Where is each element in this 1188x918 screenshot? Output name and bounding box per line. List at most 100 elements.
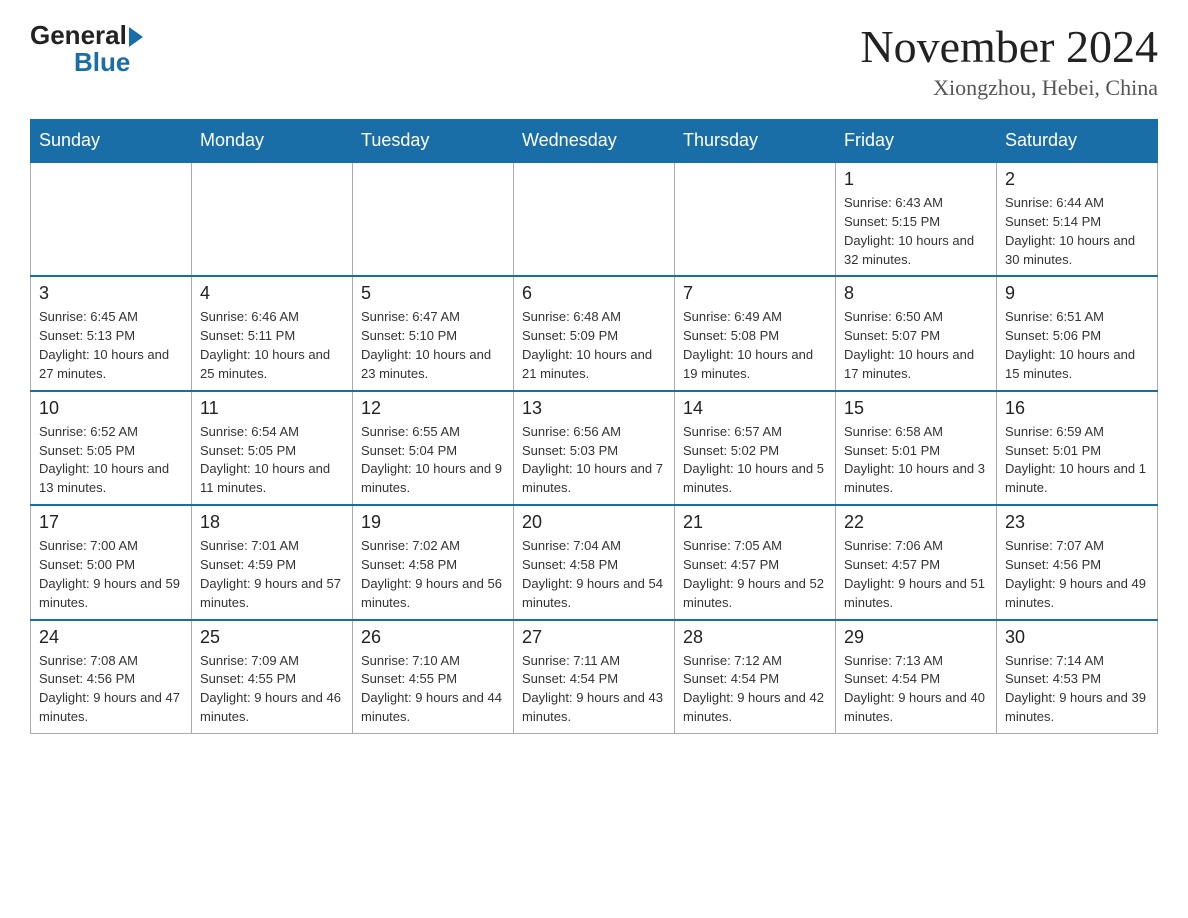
day-info: Sunrise: 6:46 AMSunset: 5:11 PMDaylight:… — [200, 308, 344, 383]
day-number: 14 — [683, 398, 827, 419]
day-number: 5 — [361, 283, 505, 304]
weekday-header-wednesday: Wednesday — [514, 120, 675, 163]
calendar-day-cell: 12 Sunrise: 6:55 AMSunset: 5:04 PMDayligh… — [353, 391, 514, 505]
day-number: 13 — [522, 398, 666, 419]
page-header: General Blue November 2024 Xiongzhou, He… — [30, 20, 1158, 101]
weekday-header-monday: Monday — [192, 120, 353, 163]
calendar-header-row: SundayMondayTuesdayWednesdayThursdayFrid… — [31, 120, 1158, 163]
day-info: Sunrise: 7:00 AMSunset: 5:00 PMDaylight:… — [39, 537, 183, 612]
day-info: Sunrise: 6:48 AMSunset: 5:09 PMDaylight:… — [522, 308, 666, 383]
day-info: Sunrise: 7:10 AMSunset: 4:55 PMDaylight:… — [361, 652, 505, 727]
calendar-day-cell: 11Sunrise: 6:54 AMSunset: 5:05 PMDayligh… — [192, 391, 353, 505]
day-info: Sunrise: 7:01 AMSunset: 4:59 PMDaylight:… — [200, 537, 344, 612]
day-info: Sunrise: 6:43 AMSunset: 5:15 PMDaylight:… — [844, 194, 988, 269]
day-number: 8 — [844, 283, 988, 304]
day-number: 28 — [683, 627, 827, 648]
day-info: Sunrise: 7:02 AMSunset: 4:58 PMDaylight:… — [361, 537, 505, 612]
calendar-day-cell: 25 Sunrise: 7:09 AMSunset: 4:55 PMDayligh… — [192, 620, 353, 734]
day-info: Sunrise: 6:55 AMSunset: 5:04 PMDaylight:… — [361, 423, 505, 498]
logo-blue-text: Blue — [74, 47, 130, 78]
weekday-header-saturday: Saturday — [997, 120, 1158, 163]
day-number: 3 — [39, 283, 183, 304]
day-info: Sunrise: 7:06 AMSunset: 4:57 PMDaylight:… — [844, 537, 988, 612]
day-number: 25 — [200, 627, 344, 648]
calendar-day-cell: 16 Sunrise: 6:59 AMSunset: 5:01 PMDayligh… — [997, 391, 1158, 505]
calendar-day-cell: 17 Sunrise: 7:00 AMSunset: 5:00 PMDayligh… — [31, 505, 192, 619]
calendar-day-cell — [31, 162, 192, 276]
day-number: 7 — [683, 283, 827, 304]
day-number: 21 — [683, 512, 827, 533]
day-number: 6 — [522, 283, 666, 304]
day-info: Sunrise: 6:51 AMSunset: 5:06 PMDaylight:… — [1005, 308, 1149, 383]
day-info: Sunrise: 6:59 AMSunset: 5:01 PMDaylight:… — [1005, 423, 1149, 498]
day-number: 30 — [1005, 627, 1149, 648]
day-number: 20 — [522, 512, 666, 533]
weekday-header-tuesday: Tuesday — [353, 120, 514, 163]
day-info: Sunrise: 7:11 AMSunset: 4:54 PMDaylight:… — [522, 652, 666, 727]
day-info: Sunrise: 6:47 AMSunset: 5:10 PMDaylight:… — [361, 308, 505, 383]
day-number: 16 — [1005, 398, 1149, 419]
calendar-day-cell: 9 Sunrise: 6:51 AMSunset: 5:06 PMDaylight… — [997, 276, 1158, 390]
day-info: Sunrise: 7:08 AMSunset: 4:56 PMDaylight:… — [39, 652, 183, 727]
day-number: 24 — [39, 627, 183, 648]
day-number: 23 — [1005, 512, 1149, 533]
calendar-day-cell: 21 Sunrise: 7:05 AMSunset: 4:57 PMDayligh… — [675, 505, 836, 619]
calendar-day-cell: 1Sunrise: 6:43 AMSunset: 5:15 PMDaylight… — [836, 162, 997, 276]
calendar-day-cell: 6 Sunrise: 6:48 AMSunset: 5:09 PMDaylight… — [514, 276, 675, 390]
calendar-week-row: 17 Sunrise: 7:00 AMSunset: 5:00 PMDayligh… — [31, 505, 1158, 619]
day-number: 18 — [200, 512, 344, 533]
day-info: Sunrise: 6:54 AMSunset: 5:05 PMDaylight:… — [200, 423, 344, 498]
day-info: Sunrise: 7:14 AMSunset: 4:53 PMDaylight:… — [1005, 652, 1149, 727]
day-info: Sunrise: 7:09 AMSunset: 4:55 PMDaylight:… — [200, 652, 344, 727]
calendar-day-cell: 5 Sunrise: 6:47 AMSunset: 5:10 PMDaylight… — [353, 276, 514, 390]
calendar-day-cell: 4 Sunrise: 6:46 AMSunset: 5:11 PMDaylight… — [192, 276, 353, 390]
day-number: 12 — [361, 398, 505, 419]
calendar-day-cell: 10Sunrise: 6:52 AMSunset: 5:05 PMDayligh… — [31, 391, 192, 505]
calendar-day-cell — [514, 162, 675, 276]
calendar-day-cell: 29Sunrise: 7:13 AMSunset: 4:54 PMDayligh… — [836, 620, 997, 734]
day-info: Sunrise: 7:07 AMSunset: 4:56 PMDaylight:… — [1005, 537, 1149, 612]
day-info: Sunrise: 7:04 AMSunset: 4:58 PMDaylight:… — [522, 537, 666, 612]
day-info: Sunrise: 6:52 AMSunset: 5:05 PMDaylight:… — [39, 423, 183, 498]
calendar-week-row: 10Sunrise: 6:52 AMSunset: 5:05 PMDayligh… — [31, 391, 1158, 505]
location-subtitle: Xiongzhou, Hebei, China — [860, 75, 1158, 101]
day-info: Sunrise: 6:45 AMSunset: 5:13 PMDaylight:… — [39, 308, 183, 383]
day-info: Sunrise: 6:49 AMSunset: 5:08 PMDaylight:… — [683, 308, 827, 383]
day-number: 9 — [1005, 283, 1149, 304]
day-info: Sunrise: 6:56 AMSunset: 5:03 PMDaylight:… — [522, 423, 666, 498]
day-number: 22 — [844, 512, 988, 533]
day-info: Sunrise: 6:44 AMSunset: 5:14 PMDaylight:… — [1005, 194, 1149, 269]
day-number: 4 — [200, 283, 344, 304]
calendar-day-cell: 28 Sunrise: 7:12 AMSunset: 4:54 PMDayligh… — [675, 620, 836, 734]
day-info: Sunrise: 6:57 AMSunset: 5:02 PMDaylight:… — [683, 423, 827, 498]
calendar-day-cell: 20 Sunrise: 7:04 AMSunset: 4:58 PMDayligh… — [514, 505, 675, 619]
weekday-header-friday: Friday — [836, 120, 997, 163]
day-number: 17 — [39, 512, 183, 533]
day-number: 29 — [844, 627, 988, 648]
calendar-day-cell: 22 Sunrise: 7:06 AMSunset: 4:57 PMDayligh… — [836, 505, 997, 619]
day-number: 15 — [844, 398, 988, 419]
weekday-header-sunday: Sunday — [31, 120, 192, 163]
calendar-day-cell: 18 Sunrise: 7:01 AMSunset: 4:59 PMDayligh… — [192, 505, 353, 619]
calendar-table: SundayMondayTuesdayWednesdayThursdayFrid… — [30, 119, 1158, 734]
calendar-day-cell: 3 Sunrise: 6:45 AMSunset: 5:13 PMDaylight… — [31, 276, 192, 390]
day-number: 19 — [361, 512, 505, 533]
weekday-header-thursday: Thursday — [675, 120, 836, 163]
calendar-day-cell — [353, 162, 514, 276]
calendar-day-cell: 30 Sunrise: 7:14 AMSunset: 4:53 PMDayligh… — [997, 620, 1158, 734]
calendar-week-row: 1Sunrise: 6:43 AMSunset: 5:15 PMDaylight… — [31, 162, 1158, 276]
calendar-day-cell: 14 Sunrise: 6:57 AMSunset: 5:02 PMDayligh… — [675, 391, 836, 505]
calendar-day-cell: 24 Sunrise: 7:08 AMSunset: 4:56 PMDayligh… — [31, 620, 192, 734]
calendar-day-cell: 26 Sunrise: 7:10 AMSunset: 4:55 PMDayligh… — [353, 620, 514, 734]
day-info: Sunrise: 7:05 AMSunset: 4:57 PMDaylight:… — [683, 537, 827, 612]
day-number: 27 — [522, 627, 666, 648]
calendar-day-cell: 27 Sunrise: 7:11 AMSunset: 4:54 PMDayligh… — [514, 620, 675, 734]
day-info: Sunrise: 6:58 AMSunset: 5:01 PMDaylight:… — [844, 423, 988, 498]
day-info: Sunrise: 7:12 AMSunset: 4:54 PMDaylight:… — [683, 652, 827, 727]
day-number: 26 — [361, 627, 505, 648]
calendar-day-cell — [675, 162, 836, 276]
logo: General Blue — [30, 20, 143, 78]
month-year-title: November 2024 — [860, 20, 1158, 73]
calendar-day-cell: 23 Sunrise: 7:07 AMSunset: 4:56 PMDayligh… — [997, 505, 1158, 619]
calendar-week-row: 3 Sunrise: 6:45 AMSunset: 5:13 PMDaylight… — [31, 276, 1158, 390]
